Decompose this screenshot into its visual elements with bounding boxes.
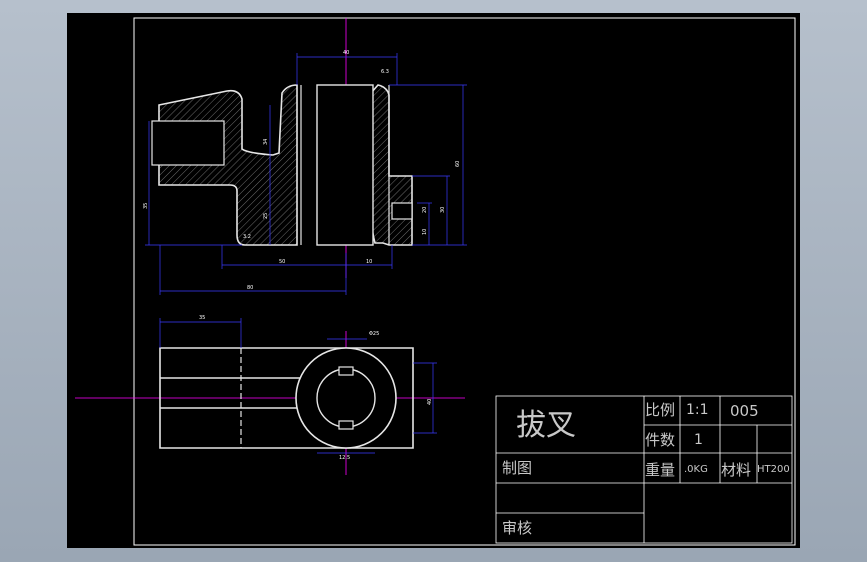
weight-label: 重量 <box>645 461 675 479</box>
front-view: 40 60 34 25 35 30 20 10 50 10 80 6.3 3.2 <box>143 18 467 295</box>
qty-value: 1 <box>694 432 703 448</box>
bore-circle <box>316 368 376 428</box>
dim-overall-width: 80 <box>247 285 253 291</box>
arm-slot <box>151 120 225 166</box>
hub-section <box>368 84 413 246</box>
drawing-no: 005 <box>730 402 759 420</box>
dim-right-step-1: 20 <box>422 207 428 213</box>
drawn-label: 制图 <box>502 459 532 477</box>
keyway-bottom <box>338 420 354 430</box>
roughness-1: 6.3 <box>381 69 389 75</box>
bore <box>316 84 374 246</box>
roughness-3: 12.5 <box>339 455 350 461</box>
scale-label: 比例 <box>645 401 675 419</box>
weight-value: .0KG <box>684 464 708 475</box>
dim-plan-height: 40 <box>427 399 433 405</box>
cad-drawing: 40 60 34 25 35 30 20 10 50 10 80 6.3 3.2 <box>75 17 796 546</box>
dim-plan-width: 35 <box>199 315 205 321</box>
roughness-2: 3.2 <box>243 234 251 240</box>
qty-label: 件数 <box>645 431 675 449</box>
scale-value: 1:1 <box>686 402 709 418</box>
dim-left-height-1: 34 <box>263 139 269 145</box>
dim-bottom-2: 10 <box>366 259 372 265</box>
dim-bore: Φ25 <box>369 331 379 337</box>
dim-top-width: 40 <box>343 50 349 56</box>
dim-right-step-2: 10 <box>422 229 428 235</box>
right-step <box>391 202 413 220</box>
dim-slot-height: 30 <box>440 207 446 213</box>
dim-left-height-3: 35 <box>143 203 149 209</box>
part-name: 拔叉 <box>516 408 576 443</box>
material-label: 材料 <box>721 461 751 479</box>
dim-right-height: 60 <box>455 161 461 167</box>
dim-bottom-1: 50 <box>279 259 285 265</box>
dim-left-height-2: 25 <box>263 213 269 219</box>
keyway-top <box>338 366 354 376</box>
review-label: 审核 <box>502 519 532 537</box>
drawing-canvas[interactable]: 40 60 34 25 35 30 20 10 50 10 80 6.3 3.2 <box>67 13 800 548</box>
material-value: HT200 <box>757 464 790 475</box>
